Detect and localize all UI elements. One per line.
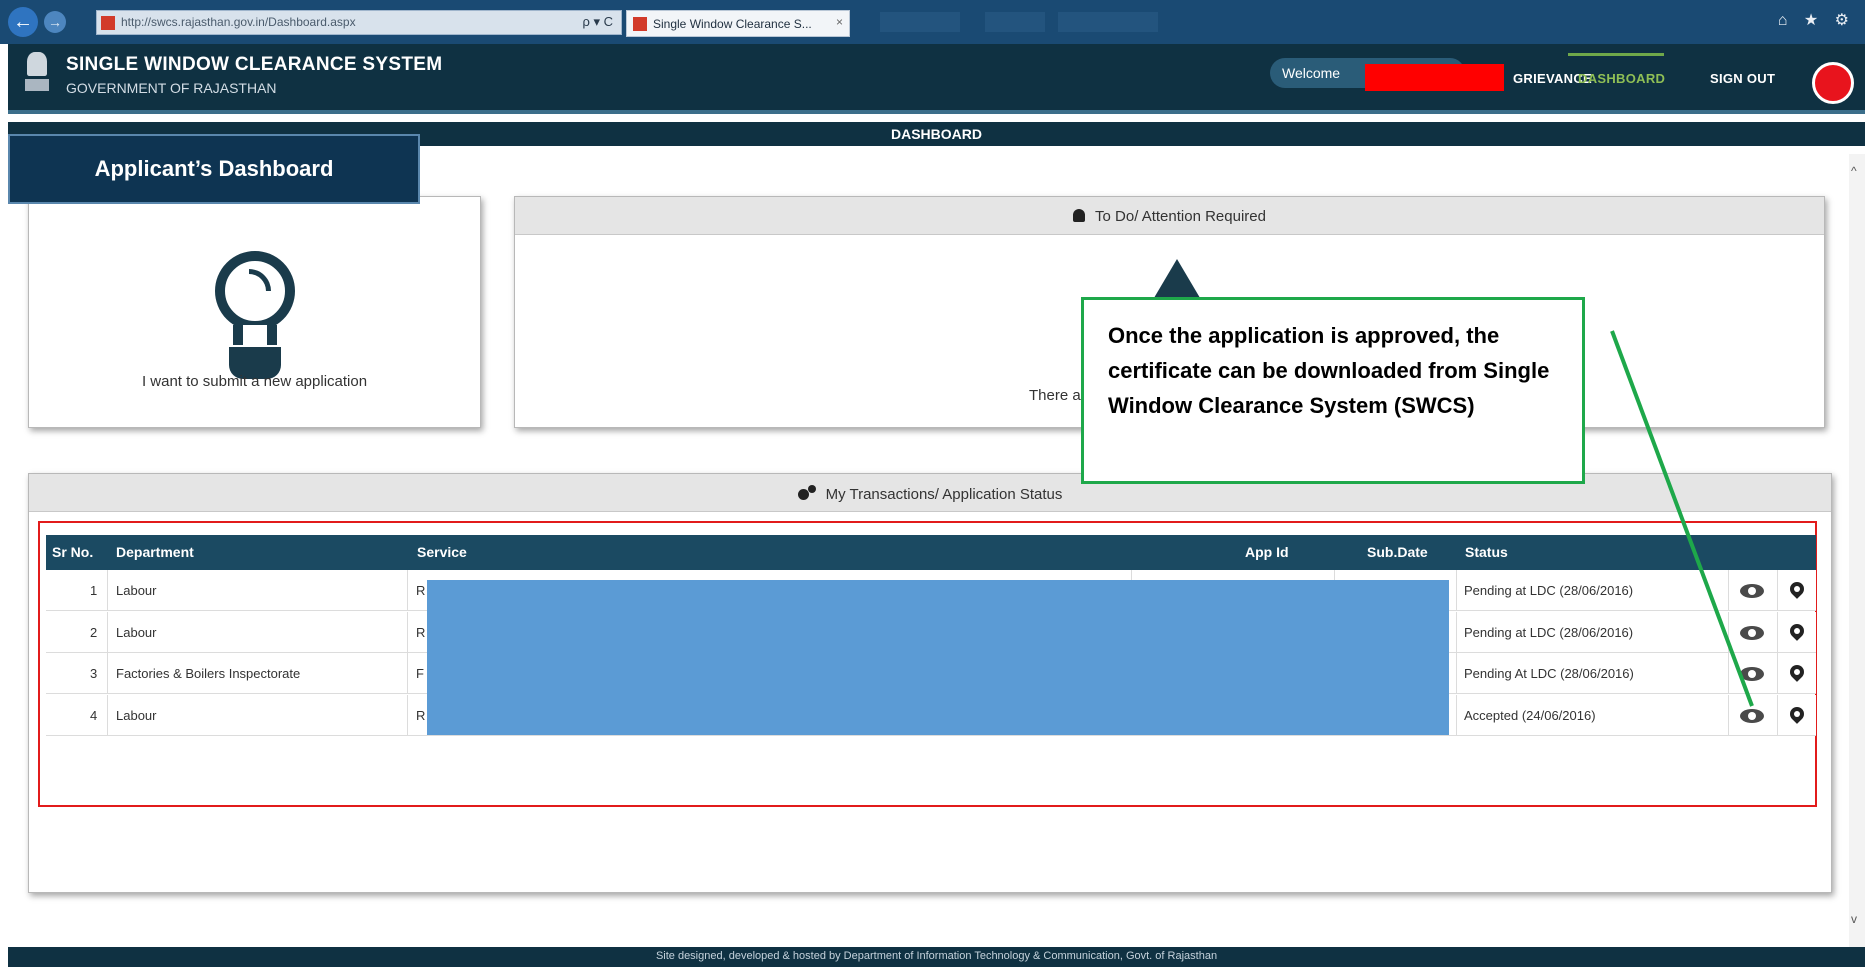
site-favicon — [101, 16, 115, 30]
applicant-dashboard-title: Applicant’s Dashboard — [94, 156, 334, 181]
address-bar[interactable]: http://swcs.rajasthan.gov.in/Dashboard.a… — [96, 10, 622, 35]
red-circle-marker — [1812, 62, 1854, 104]
cell-department: Labour — [116, 583, 157, 598]
todo-card-header: To Do/ Attention Required — [515, 197, 1824, 235]
page-root: ← → http://swcs.rajasthan.gov.in/Dashboa… — [0, 0, 1865, 967]
todo-title-wrap: To Do/ Attention Required — [515, 208, 1824, 225]
state-emblem-icon — [24, 52, 50, 96]
nav-dashboard[interactable]: DASHBOARD — [1578, 71, 1665, 86]
cell-department: Labour — [116, 708, 157, 723]
search-refresh-icon[interactable]: ρ ▾ C — [582, 14, 613, 30]
cell-status: Accepted (24/06/2016) — [1464, 708, 1596, 723]
eye-icon[interactable] — [1740, 709, 1764, 723]
cell-status: Pending at LDC (28/06/2016) — [1464, 625, 1634, 640]
footer-text: Site designed, developed & hosted by Dep… — [655, 950, 1218, 962]
todo-message: There a — [1029, 387, 1081, 404]
tab-favicon — [633, 17, 647, 31]
eye-icon[interactable] — [1740, 667, 1764, 681]
app-subtitle: GOVERNMENT OF RAJASTHAN — [66, 80, 277, 96]
app-title: SINGLE WINDOW CLEARANCE SYSTEM — [66, 54, 443, 75]
cell-department: Labour — [116, 625, 157, 640]
cell-department: Factories & Boilers Inspectorate — [116, 666, 301, 681]
column-header-status[interactable]: Status — [1465, 544, 1508, 560]
map-pin-icon[interactable] — [1787, 704, 1807, 724]
eye-icon[interactable] — [1740, 584, 1764, 598]
site-footer: Site designed, developed & hosted by Dep… — [8, 947, 1865, 967]
forward-arrow-icon[interactable]: → — [44, 11, 66, 33]
user-name-redaction — [1365, 64, 1504, 91]
browser-tab-inactive[interactable] — [880, 12, 960, 32]
map-pin-icon[interactable] — [1787, 662, 1807, 682]
cell-service: R — [416, 625, 426, 640]
active-nav-indicator — [1568, 53, 1664, 56]
annotation-callout-text: Once the application is approved, the ce… — [1108, 323, 1550, 418]
cell-service: R — [416, 583, 426, 598]
table-header-row: Sr No. Department Service App Id Sub.Dat… — [46, 535, 1816, 570]
scroll-down-icon[interactable]: v — [1851, 912, 1857, 926]
cell-sr-no: 3 — [90, 666, 98, 681]
address-url[interactable]: http://swcs.rajasthan.gov.in/Dashboard.a… — [121, 15, 356, 29]
bell-icon — [1073, 209, 1086, 222]
service-details-redaction — [427, 580, 1449, 735]
new-application-card[interactable]: I want to submit a new application — [28, 196, 481, 428]
column-header-sub-date[interactable]: Sub.Date — [1367, 544, 1428, 560]
column-header-service[interactable]: Service — [417, 544, 467, 560]
map-pin-icon[interactable] — [1787, 579, 1807, 599]
browser-tab-inactive[interactable] — [1058, 12, 1158, 32]
cell-sr-no: 4 — [90, 708, 98, 723]
tab-close-icon[interactable]: × — [836, 15, 843, 29]
back-arrow-icon[interactable]: ← — [8, 7, 38, 37]
new-application-caption[interactable]: I want to submit a new application — [29, 373, 480, 390]
cell-status: Pending At LDC (28/06/2016) — [1464, 666, 1634, 681]
column-header-sr-no[interactable]: Sr No. — [52, 544, 93, 560]
cell-sr-no: 1 — [90, 583, 98, 598]
transactions-title: My Transactions/ Application Status — [825, 486, 1063, 503]
cell-service: F — [416, 666, 424, 681]
browser-tab-inactive[interactable] — [985, 12, 1045, 32]
browser-toolbar: ← → http://swcs.rajasthan.gov.in/Dashboa… — [0, 0, 1865, 44]
lightbulb-icon — [215, 251, 295, 381]
browser-tab-active[interactable]: Single Window Clearance S... × — [626, 10, 850, 37]
annotation-callout: Once the application is approved, the ce… — [1081, 297, 1585, 484]
map-pin-icon[interactable] — [1787, 621, 1807, 641]
column-header-app-id[interactable]: App Id — [1245, 544, 1289, 560]
scroll-up-icon[interactable]: ^ — [1851, 164, 1857, 178]
cell-status: Pending at LDC (28/06/2016) — [1464, 583, 1634, 598]
eye-icon[interactable] — [1740, 626, 1764, 640]
app-header: SINGLE WINDOW CLEARANCE SYSTEM GOVERNMEN… — [8, 44, 1865, 114]
page-scrollbar[interactable]: ^ v — [1849, 154, 1865, 954]
nav-sign-out[interactable]: SIGN OUT — [1710, 71, 1775, 86]
home-star-gear-icons[interactable]: ⌂ ★ ⚙ — [1778, 10, 1855, 30]
tab-title: Single Window Clearance S... — [653, 17, 812, 31]
column-header-department[interactable]: Department — [116, 544, 194, 560]
cell-sr-no: 2 — [90, 625, 98, 640]
gears-icon — [797, 485, 816, 501]
transactions-title-wrap: My Transactions/ Application Status — [29, 485, 1831, 503]
cell-service: R — [416, 708, 426, 723]
welcome-text: Welcome — [1282, 65, 1341, 81]
applicant-dashboard-label: Applicant’s Dashboard — [8, 134, 420, 204]
todo-title: To Do/ Attention Required — [1095, 208, 1266, 225]
